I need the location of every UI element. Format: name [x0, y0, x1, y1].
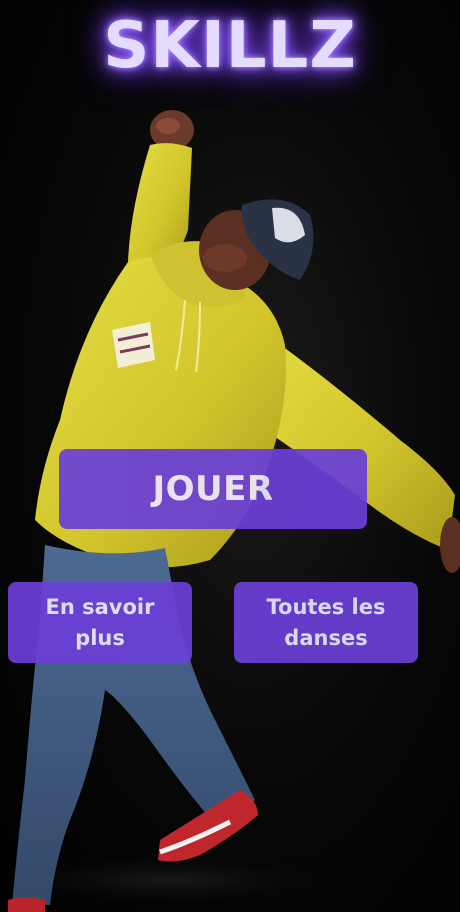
learn-more-button-label: En savoir plus — [45, 594, 155, 650]
learn-more-button[interactable]: En savoir plus — [8, 582, 192, 663]
all-dances-button-label: Toutes les danses — [266, 594, 386, 650]
app-title: SKILLZ — [103, 9, 357, 83]
home-screen: SKILLZ JOUER En savoir plus Toutes les d… — [0, 0, 460, 912]
play-button[interactable]: JOUER — [59, 449, 367, 529]
all-dances-button[interactable]: Toutes les danses — [234, 582, 418, 663]
play-button-label: JOUER — [152, 469, 274, 509]
